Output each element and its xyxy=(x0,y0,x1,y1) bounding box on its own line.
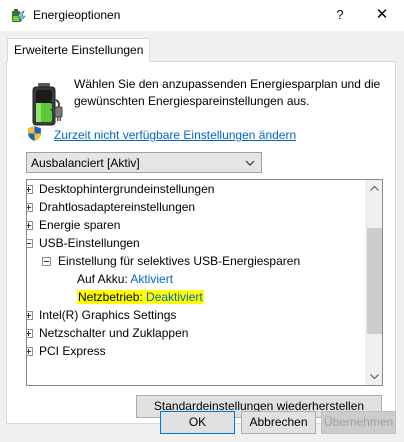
settings-panel: Wählen Sie den anzupassenden Energiespar… xyxy=(6,61,396,424)
tab-advanced-settings[interactable]: Erweiterte Einstellungen xyxy=(7,38,151,62)
setting-label: Netzbetrieb: xyxy=(78,290,143,304)
window-title: Energieoptionen xyxy=(33,8,121,22)
settings-tree[interactable]: Desktophintergrundeinstellungen Drahtlos… xyxy=(26,179,383,386)
setting-label: Auf Akku: xyxy=(77,272,128,286)
collapse-minus-icon[interactable] xyxy=(27,239,33,248)
tree-item-plugged-in[interactable]: Netzbetrieb: Deaktiviert xyxy=(77,288,204,306)
setting-value[interactable]: Deaktiviert xyxy=(146,290,203,304)
highlighted-setting: Netzbetrieb: Deaktiviert xyxy=(77,290,204,304)
tree-item-label: Energie sparen xyxy=(39,218,121,232)
power-options-icon xyxy=(12,9,26,23)
change-unavailable-settings-link[interactable]: Zurzeit nicht verfügbare Einstellungen ä… xyxy=(54,128,296,142)
ok-button[interactable]: OK xyxy=(160,411,235,434)
tree-item-label: Netzschalter und Zuklappen xyxy=(39,326,189,340)
expand-plus-icon[interactable] xyxy=(27,347,33,356)
expand-plus-icon[interactable] xyxy=(27,203,33,212)
power-plan-select[interactable]: Ausbalanciert [Aktiv] xyxy=(26,152,262,173)
tree-item-label: Drahtlosadaptereinstellungen xyxy=(39,200,196,214)
setting-value[interactable]: Aktiviert xyxy=(130,272,173,286)
tree-item-label: Desktophintergrundeinstellungen xyxy=(39,182,215,196)
help-button[interactable]: ? xyxy=(330,5,350,25)
expand-plus-icon[interactable] xyxy=(27,185,33,194)
tree-item-label: Intel(R) Graphics Settings xyxy=(39,308,177,322)
expand-plus-icon[interactable] xyxy=(27,221,33,230)
expand-plus-icon[interactable] xyxy=(27,329,33,338)
chevron-down-icon xyxy=(245,160,255,166)
expand-plus-icon[interactable] xyxy=(27,311,33,320)
vertical-scrollbar[interactable] xyxy=(365,180,382,385)
scroll-up-arrow-icon[interactable] xyxy=(366,180,383,197)
tree-item-on-battery[interactable]: Auf Akku: Aktiviert xyxy=(77,270,173,288)
apply-button[interactable]: Übernehmen xyxy=(321,411,396,434)
plan-description: Wählen Sie den anzupassenden Energiespar… xyxy=(74,77,381,108)
battery-icon xyxy=(32,83,63,126)
collapse-minus-icon[interactable] xyxy=(42,257,51,266)
close-button[interactable]: ✕ xyxy=(372,5,392,25)
power-plan-select-value: Ausbalanciert [Aktiv] xyxy=(31,156,140,170)
tree-item-label: Einstellung für selektives USB-Energiesp… xyxy=(58,254,301,268)
scroll-down-arrow-icon[interactable] xyxy=(366,368,383,385)
title-bar: Energieoptionen ? ✕ xyxy=(0,0,404,31)
dialog-client: Erweiterte Einstellungen Wählen Sie den … xyxy=(0,31,404,442)
tree-item-label: PCI Express xyxy=(39,344,106,358)
uac-shield-icon xyxy=(28,126,41,141)
scrollbar-thumb[interactable] xyxy=(367,228,382,334)
cancel-button[interactable]: Abbrechen xyxy=(241,411,316,434)
tree-item-label: USB-Einstellungen xyxy=(39,236,140,250)
